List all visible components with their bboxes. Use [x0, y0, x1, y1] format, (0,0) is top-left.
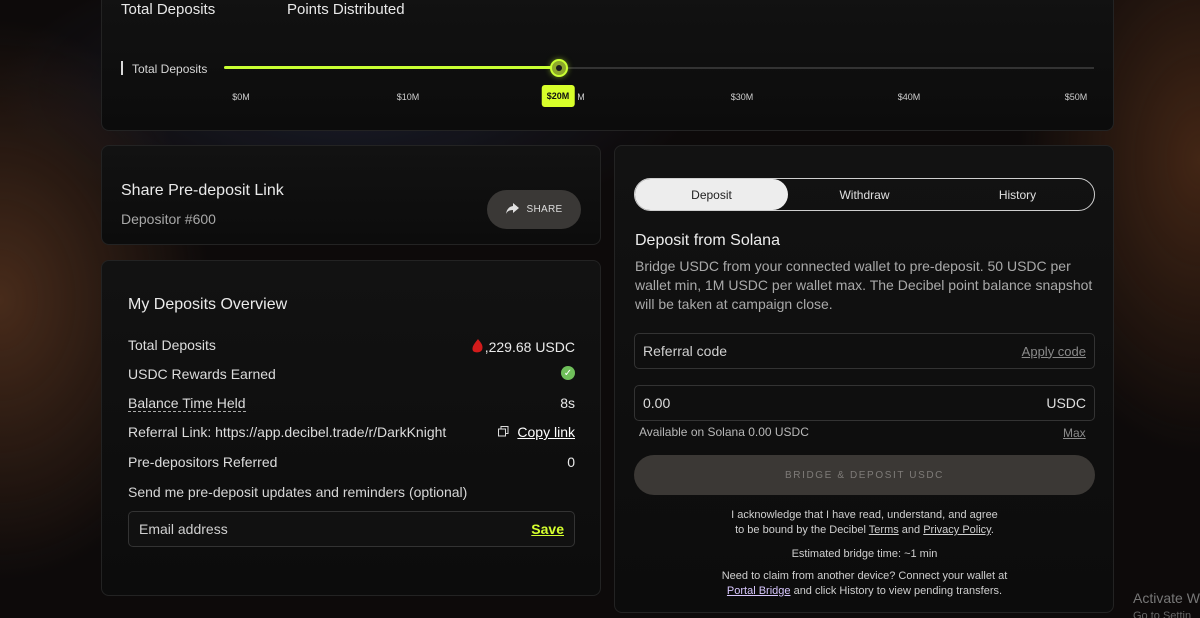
deposits-progress-track[interactable] [224, 59, 1094, 77]
balance-time-row: Balance Time Held 8s [128, 395, 575, 412]
tab-history[interactable]: History [941, 179, 1094, 210]
check-circle-icon: ✓ [561, 366, 575, 380]
copy-icon [498, 424, 509, 440]
predepositors-referred-value: 0 [567, 454, 575, 470]
slider-label-marker: Total Deposits [121, 61, 208, 76]
available-balance: Available on Solana 0.00 USDC [639, 425, 809, 439]
amount-input[interactable] [643, 395, 943, 411]
depositor-number: Depositor #600 [121, 211, 216, 227]
tick-label: $50M [1064, 92, 1088, 102]
tab-deposit[interactable]: Deposit [635, 179, 788, 210]
points-distributed-stat-label: Points Distributed [287, 1, 405, 18]
privacy-policy-link[interactable]: Privacy Policy [923, 524, 991, 536]
slider-label: Total Deposits [132, 62, 208, 76]
share-title: Share Pre-deposit Link [121, 182, 284, 199]
deposit-tabs: Deposit Withdraw History [634, 178, 1095, 211]
bridge-time-text: Estimated bridge time: ~1 min [791, 548, 938, 560]
amount-field-wrapper: USDC [634, 385, 1095, 421]
row-label: Pre-depositors Referred [128, 454, 278, 470]
claim-info-text: Need to claim from another device? Conne… [721, 570, 1008, 597]
active-tick-badge: $20M [541, 85, 575, 107]
referral-link-row: Referral Link: https://app.decibel.trade… [128, 424, 575, 440]
deposits-overview-panel: My Deposits Overview Total Deposits ,229… [101, 260, 601, 596]
email-field-wrapper: Save [128, 511, 575, 547]
deposit-stats-panel: Total Deposits Points Distributed Total … [101, 0, 1114, 131]
tick-label: $30M [730, 92, 754, 102]
total-deposits-stat-label: Total Deposits [121, 1, 216, 18]
balance-time-label[interactable]: Balance Time Held [128, 395, 246, 412]
portal-bridge-link[interactable]: Portal Bridge [727, 585, 791, 597]
share-arrow-icon [505, 202, 519, 217]
share-link-panel: Share Pre-deposit Link Depositor #600 SH… [101, 145, 601, 245]
predepositors-referred-row: Pre-depositors Referred 0 [128, 454, 575, 470]
amount-unit: USDC [1046, 395, 1086, 411]
total-deposits-row: Total Deposits ,229.68 USDC [128, 337, 575, 356]
os-activation-watermark-sub: Go to Settin [1133, 610, 1192, 618]
email-field[interactable] [139, 521, 499, 537]
deposit-description: Bridge USDC from your connected wallet t… [635, 258, 1093, 312]
tick-label: $40M [897, 92, 921, 102]
share-button-label: SHARE [526, 204, 563, 215]
tick-label: M [577, 92, 585, 102]
deposit-title: Deposit from Solana [635, 232, 780, 249]
acknowledgement-text: I acknowledge that I have read, understa… [731, 509, 998, 536]
max-button[interactable]: Max [1063, 426, 1086, 440]
tick-label: $10M [396, 92, 420, 102]
copy-link-label: Copy link [517, 424, 575, 440]
deposits-progress-fill [224, 66, 559, 69]
referral-code-wrapper: Apply code [634, 333, 1095, 369]
row-label: USDC Rewards Earned [128, 366, 276, 382]
balance-time-value: 8s [560, 395, 575, 411]
referral-link-text: Referral Link: https://app.decibel.trade… [128, 424, 447, 440]
save-email-button[interactable]: Save [531, 521, 564, 537]
os-activation-watermark: Activate W [1133, 590, 1200, 606]
deposit-panel: Deposit Withdraw History Deposit from So… [614, 145, 1114, 613]
tab-withdraw[interactable]: Withdraw [788, 179, 941, 210]
opt-in-text: Send me pre-deposit updates and reminder… [128, 484, 468, 500]
row-label: Total Deposits [128, 337, 216, 353]
total-deposits-value: ,229.68 USDC [471, 337, 575, 356]
copy-link-button[interactable]: Copy link [498, 424, 575, 440]
tick-label: $0M [232, 92, 250, 102]
deposits-progress-thumb[interactable] [549, 59, 568, 77]
usdc-rewards-row: USDC Rewards Earned ✓ [128, 366, 575, 382]
bridge-deposit-button[interactable]: BRIDGE & DEPOSIT USDC [634, 455, 1095, 495]
apply-code-button[interactable]: Apply code [1022, 344, 1086, 359]
terms-link[interactable]: Terms [869, 524, 899, 536]
red-scribble-icon [471, 337, 485, 356]
overview-title: My Deposits Overview [128, 296, 288, 313]
share-button[interactable]: SHARE [487, 190, 581, 229]
referral-code-input[interactable] [643, 343, 943, 359]
